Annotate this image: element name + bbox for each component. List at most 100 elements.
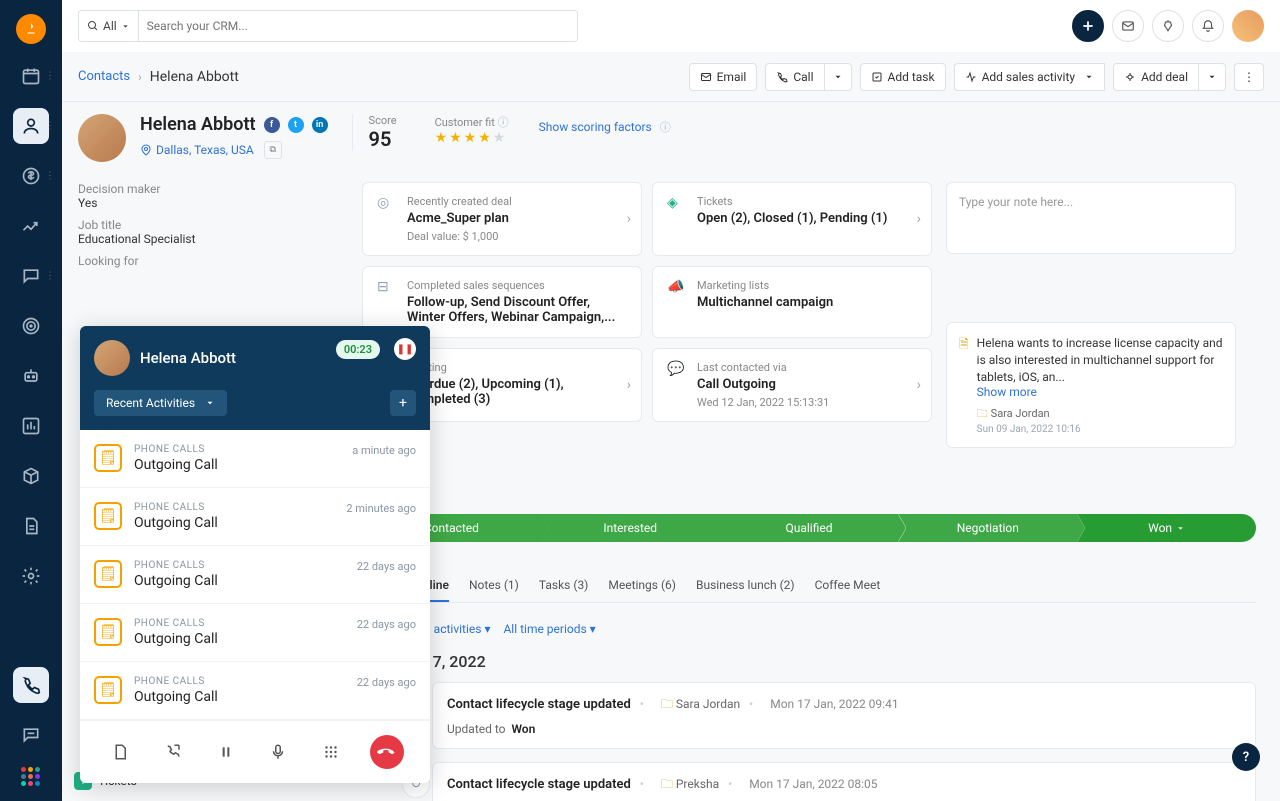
nav-calendar[interactable]: ⋮ <box>13 58 49 94</box>
stage-won[interactable]: Won <box>1077 514 1256 542</box>
fit-stars: ★★★★★ <box>435 130 509 146</box>
lifecycle-pipeline: Contacted Interested Qualified Negotiati… <box>362 514 1256 542</box>
card-deal[interactable]: ◎ Recently created dealAcme_Super planDe… <box>362 182 642 256</box>
nav-contacts[interactable]: ⋮ <box>13 108 49 144</box>
summary-cards: ◎ Recently created dealAcme_Super planDe… <box>362 182 932 422</box>
activity-row[interactable]: 🗒 PHONE CALLSOutgoing Call 22 days ago <box>80 604 430 662</box>
user-avatar[interactable] <box>1232 10 1264 42</box>
card-last-contacted[interactable]: 💬 Last contacted viaCall OutgoingWed 12 … <box>652 348 932 422</box>
tab-meetings[interactable]: Meetings (6) <box>608 570 676 602</box>
chevron-right-icon: › <box>627 211 631 227</box>
search-scope-picker[interactable]: All <box>79 11 139 41</box>
search-input[interactable] <box>139 19 577 33</box>
clipboard-icon: 🗒 <box>94 676 122 704</box>
facebook-icon[interactable]: f <box>264 117 280 133</box>
chat-icon: 💬 <box>667 361 687 409</box>
mute-button[interactable] <box>264 738 292 766</box>
breadcrumb-root[interactable]: Contacts <box>78 69 130 84</box>
email-button[interactable]: Email <box>689 63 758 91</box>
nav-conversations[interactable]: ⋮ <box>13 258 49 294</box>
bell-icon[interactable] <box>1192 10 1224 42</box>
freddy-icon[interactable] <box>1152 10 1184 42</box>
call-header: Helena Abbott 00:23 ❚❚ <box>80 326 430 390</box>
call-contact-name: Helena Abbott <box>140 349 236 367</box>
megaphone-icon: 📣 <box>667 279 687 325</box>
note-card: 🗎 Helena wants to increase license capac… <box>946 322 1236 448</box>
note-show-more-link[interactable]: Show more <box>977 385 1223 399</box>
add-activity-button[interactable]: + <box>390 390 416 416</box>
recent-activities-dropdown[interactable]: Recent Activities <box>94 390 227 416</box>
linkedin-icon[interactable]: in <box>312 117 328 133</box>
profile-header: Helena Abbott f t in Dallas, Texas, USA … <box>78 114 1264 162</box>
contact-location[interactable]: Dallas, Texas, USA <box>156 143 254 157</box>
note-author: 🗀Sara Jordan <box>977 405 1223 424</box>
new-button[interactable] <box>1072 10 1104 42</box>
card-tickets[interactable]: ◈ TicketsOpen (2), Closed (1), Pending (… <box>652 182 932 256</box>
activity-row[interactable]: 🗒 PHONE CALLSOutgoing Call 2 minutes ago <box>80 488 430 546</box>
add-deal-button[interactable]: Add deal <box>1113 63 1199 91</box>
call-dropdown[interactable] <box>825 63 852 91</box>
stage-negotiation[interactable]: Negotiation <box>898 514 1077 542</box>
chevron-right-icon: › <box>138 70 142 84</box>
call-contact-avatar <box>94 340 130 376</box>
app-logo[interactable] <box>16 14 46 44</box>
dialpad-button[interactable] <box>317 738 345 766</box>
nav-chat[interactable] <box>13 717 49 753</box>
ticket-icon: ◈ <box>667 195 687 243</box>
note-timestamp: Sun 09 Jan, 2022 10:16 <box>977 424 1223 435</box>
call-button[interactable]: Call <box>765 63 824 91</box>
mail-icon[interactable] <box>1112 10 1144 42</box>
notes-button[interactable] <box>106 738 134 766</box>
note-text: Helena wants to increase license capacit… <box>977 335 1223 385</box>
more-menu[interactable]: ⋮ <box>1234 63 1264 91</box>
nav-goals[interactable] <box>13 308 49 344</box>
stage-interested[interactable]: Interested <box>541 514 720 542</box>
tab-notes[interactable]: Notes (1) <box>469 570 519 602</box>
stage-qualified[interactable]: Qualified <box>720 514 899 542</box>
activity-row[interactable]: 🗒 PHONE CALLSOutgoing Call a minute ago <box>80 430 430 488</box>
tab-business-lunch[interactable]: Business lunch (2) <box>696 570 795 602</box>
tab-tasks[interactable]: Tasks (3) <box>539 570 589 602</box>
scoring-factors-link[interactable]: Show scoring factors <box>539 120 652 134</box>
nav-apps[interactable] <box>21 767 41 787</box>
clipboard-icon: 🗒 <box>94 560 122 588</box>
contact-avatar[interactable] <box>78 114 126 162</box>
detail-tabs: Activity timeline Notes (1) Tasks (3) Me… <box>362 562 1256 603</box>
call-activity-list: 🗒 PHONE CALLSOutgoing Call a minute ago … <box>80 430 430 720</box>
info-icon[interactable]: ⓘ <box>498 116 509 129</box>
card-marketing[interactable]: 📣 Marketing listsMultichannel campaign <box>652 266 932 338</box>
info-icon[interactable]: ⓘ <box>660 121 671 134</box>
add-sales-activity-button[interactable]: Add sales activity <box>954 63 1106 91</box>
help-fab[interactable]: ? <box>1232 743 1260 771</box>
add-deal-dropdown[interactable] <box>1199 63 1226 91</box>
call-pause-button[interactable]: ❚❚ <box>394 338 416 360</box>
nav-reports[interactable] <box>13 208 49 244</box>
note-input[interactable]: Type your note here... <box>946 182 1236 254</box>
twitter-icon[interactable]: t <box>288 117 304 133</box>
activity-row[interactable]: 🗒 PHONE CALLSOutgoing Call 22 days ago <box>80 546 430 604</box>
transfer-button[interactable] <box>159 738 187 766</box>
filter-period[interactable]: All time periods ▾ <box>503 622 595 636</box>
contact-name: Helena Abbott <box>140 114 256 135</box>
chevron-right-icon: › <box>917 377 921 393</box>
nav-bot[interactable] <box>13 358 49 394</box>
clipboard-icon: 🗒 <box>94 502 122 530</box>
end-call-button[interactable] <box>370 735 404 769</box>
clipboard-icon: 🗒 <box>94 444 122 472</box>
nav-documents[interactable] <box>13 508 49 544</box>
nav-settings[interactable] <box>13 558 49 594</box>
fit-label: Customer fit <box>435 116 495 129</box>
tab-coffee-meet[interactable]: Coffee Meet <box>815 570 881 602</box>
add-task-button[interactable]: Add task <box>860 63 946 91</box>
nav-deals[interactable]: ⋮ <box>13 158 49 194</box>
timeline-item: Contact lifecycle stage updated • 🗀 Prek… <box>432 762 1256 801</box>
hold-button[interactable] <box>212 738 240 766</box>
score-label: Score <box>369 114 397 127</box>
nav-analytics[interactable] <box>13 408 49 444</box>
nav-phone[interactable] <box>13 667 49 703</box>
nav-sidebar: ⋮ ⋮ ⋮ ⋮ <box>0 0 62 801</box>
note-icon: 🗎 <box>959 335 969 435</box>
nav-products[interactable] <box>13 458 49 494</box>
activity-row[interactable]: 🗒 PHONE CALLSOutgoing Call 22 days ago <box>80 662 430 720</box>
copy-location-icon[interactable]: ⧉ <box>264 141 282 159</box>
